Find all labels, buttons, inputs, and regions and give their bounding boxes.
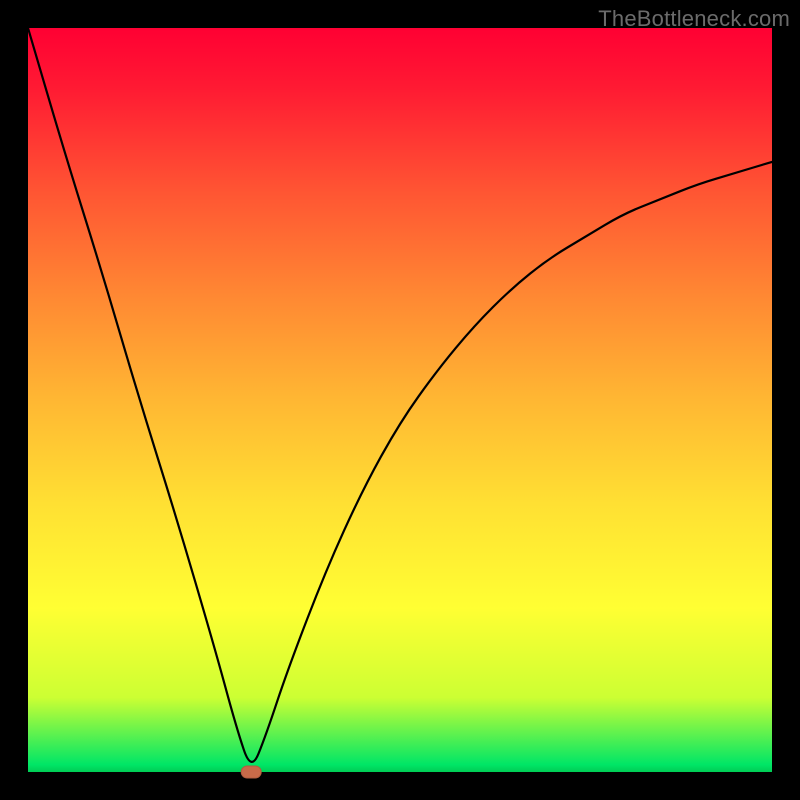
minimum-marker-icon <box>241 766 261 778</box>
chart-frame: TheBottleneck.com <box>0 0 800 800</box>
curve-layer <box>28 28 772 772</box>
plot-area <box>28 28 772 772</box>
bottleneck-curve <box>28 28 772 762</box>
